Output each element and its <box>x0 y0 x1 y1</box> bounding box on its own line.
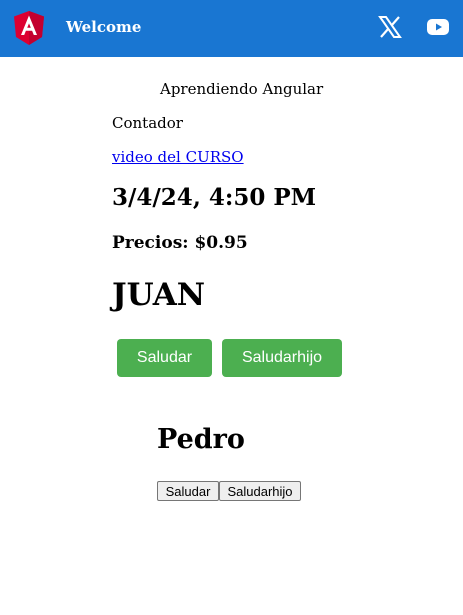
child-saludarhijo-button[interactable]: Saludarhijo <box>219 481 301 501</box>
course-video-link[interactable]: video del CURSO <box>112 147 244 167</box>
saludar-button[interactable]: Saludar <box>117 339 212 377</box>
x-twitter-icon[interactable] <box>378 15 402 39</box>
toolbar: Welcome <box>0 0 463 57</box>
youtube-icon[interactable] <box>426 15 450 39</box>
child-saludar-button[interactable]: Saludar <box>157 481 219 501</box>
saludarhijo-button[interactable]: Saludarhijo <box>222 339 342 377</box>
angular-logo-icon[interactable] <box>14 11 44 45</box>
child-name: Pedro <box>157 424 245 455</box>
intro-text: Aprendiendo Angular <box>160 80 324 98</box>
date-time: 3/4/24, 4:50 PM <box>112 184 317 211</box>
toolbar-title: Welcome <box>66 18 142 36</box>
price-text: Precios: $0.95 <box>112 233 248 253</box>
parent-name: JUAN <box>112 277 206 313</box>
counter-label: Contador <box>112 114 183 132</box>
